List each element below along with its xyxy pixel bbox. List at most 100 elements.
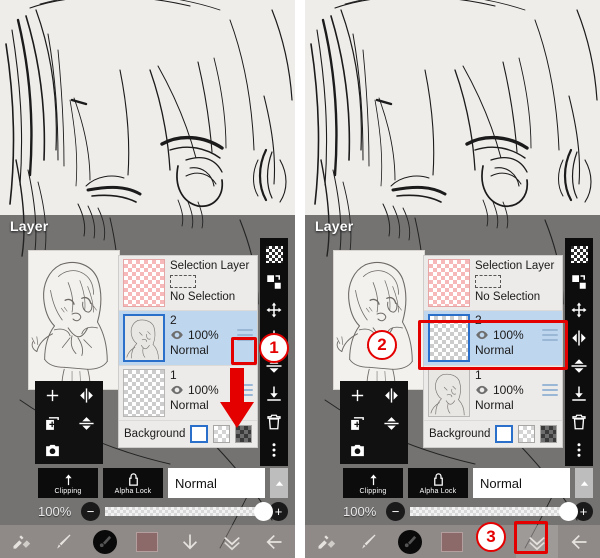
collapse-chevron-icon[interactable] [515,525,558,558]
blend-mode-select[interactable]: Normal [168,468,265,498]
layer-thumbnail[interactable] [428,369,470,417]
chevron-up-icon[interactable] [575,468,593,498]
layer-blend-mode: Normal [475,398,514,412]
opacity-slider-track[interactable] [105,501,273,521]
back-arrow-icon[interactable] [558,525,600,558]
layer-thumbnail[interactable] [123,314,165,362]
transparency-checker-icon[interactable] [568,243,590,265]
opacity-decrease-button[interactable]: − [386,501,405,521]
brush-size-circle[interactable] [389,525,431,558]
flip-vertical-icon[interactable] [374,409,408,437]
selection-layer-row[interactable]: Selection Layer No Selection [424,256,562,311]
pane-before: Layer Selection Layer No Selection 2 100… [0,0,295,558]
opacity-slider-thumb[interactable] [559,501,578,521]
annotation-badge-3: 3 [476,522,506,552]
layer-opacity: 100% [493,383,524,397]
blend-mode-value: Normal [175,475,217,491]
layer-visibility-icon[interactable] [475,383,489,397]
opacity-slider-track[interactable] [410,501,578,521]
page-title: Layer [10,218,49,234]
layer-action-strip [565,238,593,466]
layer-opacity: 100% [493,328,524,342]
selection-layer-title: Selection Layer [170,260,250,272]
more-options-icon[interactable] [568,439,590,461]
camera-icon[interactable] [35,437,69,464]
screenshot-stage: Layer Selection Layer No Selection 2 100… [0,0,600,558]
collapse-chevron-icon[interactable] [211,525,253,558]
layer-opacity: 100% [188,328,219,342]
table-row[interactable]: 1 100% Normal [424,366,562,421]
merge-down-icon[interactable] [568,383,590,405]
pen-eraser-icon[interactable] [0,525,42,558]
color-swatch[interactable] [126,525,168,558]
move-icon[interactable] [263,299,285,321]
clipping-button[interactable]: Clipping [343,468,403,498]
layer-drag-handle[interactable] [542,329,558,341]
selection-layer-row[interactable]: Selection Layer No Selection [119,256,257,311]
move-icon[interactable] [568,299,590,321]
selection-layer-thumbnail[interactable] [428,259,470,307]
down-arrow-icon[interactable] [169,525,211,558]
clipping-button[interactable]: Clipping [38,468,98,498]
opacity-slider-thumb[interactable] [254,501,273,521]
duplicate-icon[interactable] [263,271,285,293]
pane-after: Layer Selection Layer No Selection 2 100… [305,0,600,558]
brush-icon[interactable] [347,525,389,558]
duplicate-layer-icon[interactable] [340,409,374,437]
more-options-icon[interactable] [263,439,285,461]
pen-eraser-icon[interactable] [305,525,347,558]
add-layer-icon[interactable] [35,381,69,409]
alpha-lock-label: Alpha Lock [419,487,457,495]
flip-horizontal-icon[interactable] [374,381,408,409]
transparency-checker-icon[interactable] [263,243,285,265]
duplicate-icon[interactable] [568,271,590,293]
alpha-lock-label: Alpha Lock [114,487,152,495]
layer-thumbnail[interactable] [123,369,165,417]
layer-visibility-icon[interactable] [170,383,184,397]
bottom-toolbar [305,525,600,558]
table-row[interactable]: 2 100% Normal [424,311,562,366]
add-layer-icon[interactable] [340,381,374,409]
table-row[interactable]: 2 100% Normal [119,311,257,366]
brush-icon[interactable] [42,525,84,558]
brush-size-circle[interactable] [84,525,126,558]
layer-preview[interactable] [333,250,425,390]
merge-down-icon[interactable] [263,383,285,405]
opacity-value: 100% [38,503,72,519]
bottom-toolbar [0,525,295,558]
trash-icon[interactable] [568,411,590,433]
color-swatch[interactable] [431,525,473,558]
background-swatch-white[interactable] [190,425,208,443]
selection-layer-title: Selection Layer [475,260,555,272]
layer-drag-handle[interactable] [237,329,253,341]
layer-name: 1 [475,368,482,382]
layer-drag-handle[interactable] [542,384,558,396]
layer-visibility-icon[interactable] [475,328,489,342]
background-swatch-dark-checker[interactable] [539,425,558,443]
back-arrow-icon[interactable] [253,525,295,558]
layer-preview[interactable] [28,250,120,390]
layer-thumbnail[interactable] [428,314,470,362]
layer-visibility-icon[interactable] [170,328,184,342]
annotation-badge-1: 1 [259,333,289,363]
opacity-decrease-button[interactable]: − [81,501,100,521]
trash-icon[interactable] [263,411,285,433]
flip-vertical-icon[interactable] [69,409,103,437]
alpha-lock-button[interactable]: Alpha Lock [103,468,163,498]
alpha-lock-button[interactable]: Alpha Lock [408,468,468,498]
flip-horizontal-icon[interactable] [69,381,103,409]
blend-mode-select[interactable]: Normal [473,468,570,498]
layer-name: 2 [475,313,482,327]
chevron-up-icon[interactable] [270,468,288,498]
duplicate-layer-icon[interactable] [35,409,69,437]
background-swatch-light-checker[interactable] [517,425,535,443]
page-title: Layer [315,218,354,234]
clipping-label: Clipping [359,487,387,495]
flip-vertical-icon[interactable] [568,355,590,377]
opacity-slider-row: 100% − + [343,500,593,522]
layer-list: Selection Layer No Selection 2 100% Norm… [423,255,563,448]
selection-layer-thumbnail[interactable] [123,259,165,307]
camera-icon[interactable] [340,437,374,464]
background-swatch-white[interactable] [495,425,513,443]
flip-horizontal-icon[interactable] [568,327,590,349]
